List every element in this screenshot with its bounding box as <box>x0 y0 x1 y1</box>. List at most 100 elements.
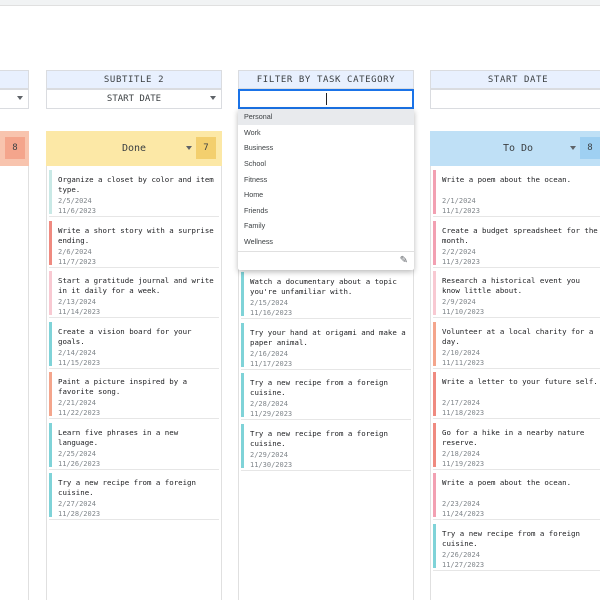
task-card[interactable]: Try a new recipe from a foreign cuisine.… <box>241 371 411 420</box>
task-title: Watch a documentary about a topic you're… <box>250 277 397 296</box>
pencil-icon[interactable]: ✎ <box>400 255 408 266</box>
task-card[interactable]: Write a letter to your future self. 2/17/… <box>433 370 600 419</box>
task-start-date: 11/6/2023 <box>58 207 96 215</box>
task-due-date: 2/23/2024 <box>442 500 480 508</box>
chevron-down-icon[interactable] <box>570 146 576 150</box>
task-start-date: 11/18/2023 <box>442 409 485 417</box>
task-card[interactable]: Try a new recipe from a foreign cuisine.… <box>433 521 600 571</box>
col2-status-header[interactable]: Done 7 <box>46 131 222 166</box>
task-card[interactable]: Write a poem about the ocean. 2/23/2024 11… <box>433 471 600 520</box>
chevron-down-icon[interactable] <box>186 146 192 150</box>
category-color-bar <box>241 373 244 417</box>
col1-field[interactable] <box>0 89 29 109</box>
col4-status-header[interactable]: To Do 8 <box>430 131 600 166</box>
task-title: Write a letter to your future self. <box>442 377 598 386</box>
task-start-date: 11/19/2023 <box>442 459 485 468</box>
task-card[interactable]: Create a vision board for your goals. 2/1… <box>49 319 219 369</box>
task-card[interactable]: Research a historical event you know lit… <box>433 269 600 318</box>
task-card[interactable]: Paint a picture inspired by a favorite s… <box>49 370 219 419</box>
category-color-bar <box>49 473 52 517</box>
text-cursor <box>325 93 327 105</box>
task-title: Try your hand at origami and make a pape… <box>250 327 406 347</box>
task-title: Start a gratitude journal and write in i… <box>58 276 214 295</box>
dropdown-option[interactable]: School <box>238 156 414 172</box>
top-toolbar-strip <box>0 0 600 6</box>
task-title: Create a vision board for your goals. <box>58 326 192 346</box>
task-due-date: 2/27/2024 <box>58 500 96 508</box>
category-color-bar <box>433 523 436 568</box>
category-color-bar <box>241 423 244 468</box>
category-color-bar <box>49 271 52 315</box>
task-title: Learn five phrases in a new language. <box>58 427 179 447</box>
task-start-date: 11/11/2023 <box>442 358 485 367</box>
col2-body: Organize a closet by color and item type… <box>46 166 222 600</box>
task-card[interactable]: Write a short story with a surprise endi… <box>49 218 219 268</box>
category-color-bar <box>49 170 52 214</box>
col3-header: FILTER BY TASK CATEGORY <box>238 70 414 89</box>
category-color-bar <box>241 272 244 316</box>
task-due-date: 2/9/2024 <box>442 298 476 306</box>
task-card[interactable]: Write a poem about the ocean. 2/1/2024 11/… <box>433 168 600 217</box>
task-card[interactable]: Watch a documentary about a topic you're… <box>241 270 411 319</box>
category-color-bar <box>49 422 52 467</box>
col2-field-value: START DATE <box>106 94 162 104</box>
dropdown-option[interactable]: Fitness <box>238 171 414 187</box>
dropdown-option[interactable]: Family <box>238 218 414 234</box>
task-title: Paint a picture inspired by a favorite s… <box>58 377 188 396</box>
task-title: Volunteer at a local charity for a day. <box>442 326 594 346</box>
task-card[interactable]: Start a gratitude journal and write in i… <box>49 269 219 318</box>
task-start-date: 11/27/2023 <box>442 560 485 569</box>
task-card[interactable]: Try your hand at origami and make a pape… <box>241 320 411 370</box>
task-start-date: 11/22/2023 <box>58 409 101 417</box>
task-start-date: 11/17/2023 <box>250 359 293 368</box>
task-start-date: 11/15/2023 <box>58 358 101 367</box>
task-start-date: 11/3/2023 <box>442 257 480 266</box>
task-card[interactable]: Try a new recipe from a foreign cuisine.… <box>49 471 219 520</box>
task-card[interactable]: Volunteer at a local charity for a day. 2… <box>433 319 600 369</box>
col4-field[interactable] <box>430 89 600 109</box>
category-color-bar <box>241 322 244 367</box>
task-due-date: 2/28/2024 <box>250 400 288 408</box>
chevron-down-icon <box>17 96 23 100</box>
dropdown-option[interactable]: Work <box>238 125 414 141</box>
task-title: Try a new recipe from a foreign cuisine. <box>58 478 196 497</box>
task-due-date: 2/16/2024 <box>250 349 288 358</box>
category-color-bar <box>49 372 52 416</box>
task-card[interactable]: Create a budget spreadsheet for the mont… <box>433 218 600 268</box>
category-color-bar <box>433 271 436 315</box>
task-start-date: 11/24/2023 <box>442 510 485 518</box>
task-due-date: 2/13/2024 <box>58 298 96 306</box>
category-filter-input[interactable] <box>238 89 414 109</box>
category-color-bar <box>433 170 436 214</box>
category-color-bar <box>433 422 436 467</box>
task-due-date: 2/5/2024 <box>58 197 92 205</box>
task-due-date: 2/17/2024 <box>442 399 480 407</box>
task-card[interactable]: Learn five phrases in a new language. 2/2… <box>49 420 219 470</box>
dropdown-option[interactable]: Friends <box>238 203 414 219</box>
task-due-date: 2/18/2024 <box>442 449 480 458</box>
task-title: Research a historical event you know lit… <box>442 276 580 295</box>
col4-header: START DATE <box>430 70 600 89</box>
dropdown-option[interactable]: Personal <box>238 109 414 125</box>
category-color-bar <box>49 321 52 366</box>
task-title: Write a short story with a surprise endi… <box>58 225 214 245</box>
col4-count-badge: 8 <box>580 137 600 159</box>
task-due-date: 2/10/2024 <box>442 348 480 357</box>
task-start-date: 11/30/2023 <box>250 460 293 469</box>
task-card[interactable]: Try a new recipe from a foreign cuisine.… <box>241 421 411 471</box>
dropdown-option[interactable]: Wellness <box>238 234 414 250</box>
chevron-down-icon <box>210 96 216 100</box>
col2-field[interactable]: START DATE <box>46 89 222 109</box>
col1-status-header[interactable]: 8 <box>0 131 29 166</box>
category-color-bar <box>49 220 52 265</box>
task-due-date: 2/2/2024 <box>442 247 476 256</box>
task-due-date: 2/1/2024 <box>442 197 476 205</box>
category-dropdown: Personal Work Business School Fitness Home Fri… <box>238 109 414 270</box>
task-due-date: 2/21/2024 <box>58 399 96 407</box>
task-card[interactable]: Organize a closet by color and item type… <box>49 168 219 217</box>
dropdown-option[interactable]: Home <box>238 187 414 203</box>
task-due-date: 2/29/2024 <box>250 450 288 459</box>
task-title: Go for a hike in a nearby nature reserve… <box>442 427 585 447</box>
dropdown-option[interactable]: Business <box>238 140 414 156</box>
task-card[interactable]: Go for a hike in a nearby nature reserve… <box>433 420 600 470</box>
